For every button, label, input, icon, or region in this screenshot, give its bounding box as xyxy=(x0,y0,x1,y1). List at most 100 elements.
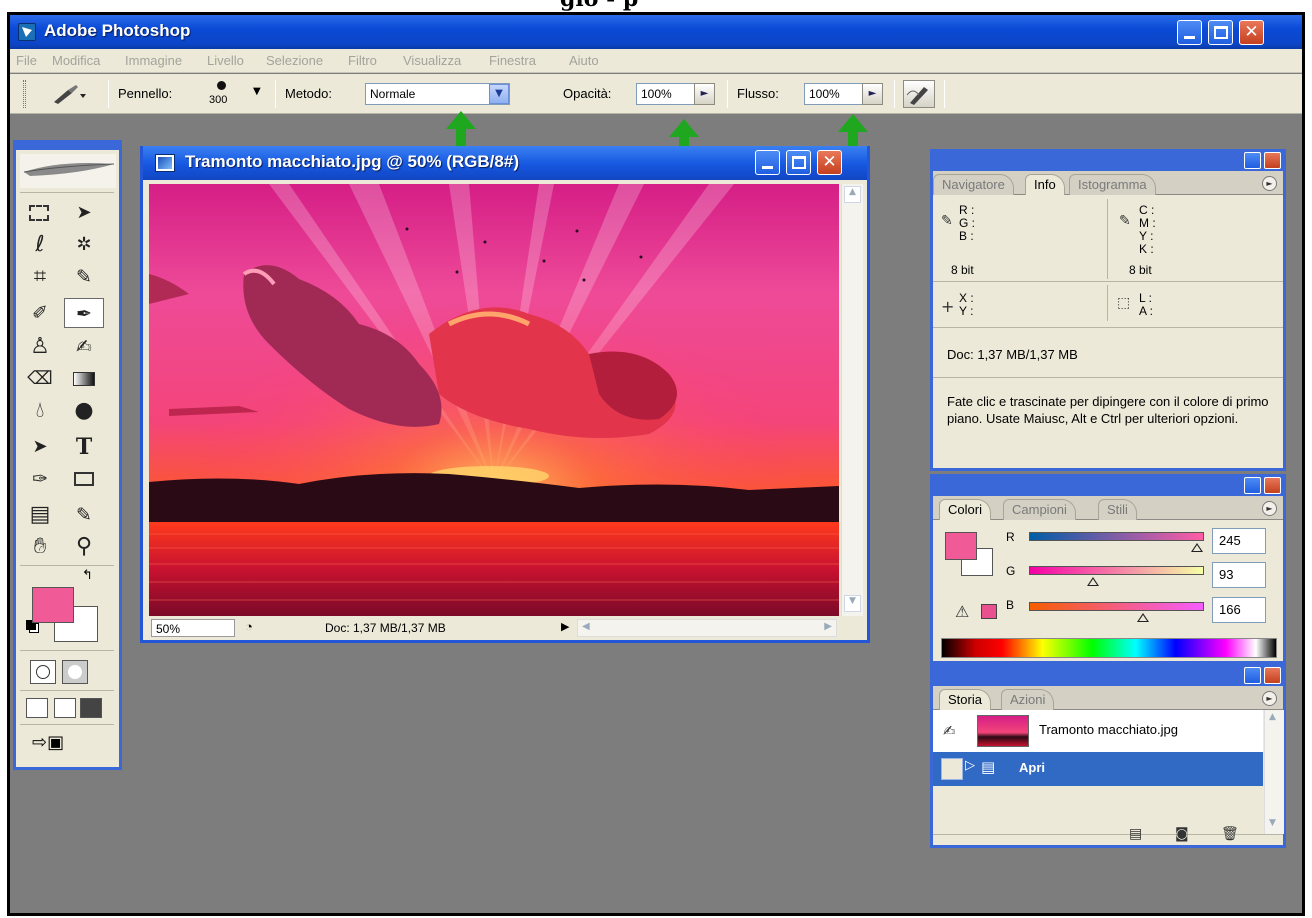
history-brush-source-checkbox[interactable] xyxy=(941,758,963,780)
gradient-tool-icon[interactable] xyxy=(64,364,104,394)
history-step-row[interactable]: ▷ ▤ Apri xyxy=(933,752,1263,786)
doc-maximize-button[interactable] xyxy=(786,150,811,175)
gamut-color-chip[interactable] xyxy=(981,604,997,619)
menu-selezione[interactable]: Selezione xyxy=(266,53,323,68)
brush-tool-preset-icon[interactable] xyxy=(50,84,86,104)
dodge-tool-icon[interactable]: ● xyxy=(64,396,104,426)
tab-storia[interactable]: Storia xyxy=(939,689,991,710)
brush-dropdown-icon[interactable]: ▼ xyxy=(253,86,261,97)
green-channel-slider[interactable] xyxy=(1029,566,1204,575)
tab-azioni[interactable]: Azioni xyxy=(1001,689,1055,710)
new-document-from-state-icon[interactable]: ▤ xyxy=(1129,826,1142,842)
color-foreground-swatch[interactable] xyxy=(945,532,977,560)
scroll-down-icon[interactable]: ▼ xyxy=(844,595,861,612)
foreground-color-swatch[interactable] xyxy=(32,587,74,623)
type-tool-icon[interactable]: T xyxy=(64,432,104,462)
quick-mask-button[interactable] xyxy=(62,660,88,684)
scroll-left-icon[interactable]: ◀ xyxy=(582,621,590,632)
brush-preview-icon[interactable] xyxy=(217,81,226,90)
blue-channel-slider[interactable] xyxy=(1029,602,1204,611)
red-channel-slider[interactable] xyxy=(1029,532,1204,541)
mode-dropdown-icon[interactable]: ▼ xyxy=(489,84,509,104)
palette-minimize-button[interactable] xyxy=(1244,667,1261,684)
title-bar[interactable]: Adobe Photoshop ✕ xyxy=(10,15,1302,49)
eraser-tool-icon[interactable]: ⌫ xyxy=(20,364,60,394)
shape-tool-icon[interactable] xyxy=(64,464,104,494)
menu-aiuto[interactable]: Aiuto xyxy=(569,53,599,68)
menu-filtro[interactable]: Filtro xyxy=(348,53,377,68)
tab-stili[interactable]: Stili xyxy=(1098,499,1137,520)
magic-wand-tool-icon[interactable]: ✲ xyxy=(64,230,104,260)
new-snapshot-icon[interactable]: ◙ xyxy=(1175,826,1189,842)
palette-close-button[interactable] xyxy=(1264,152,1281,169)
pen-tool-icon[interactable]: ✑ xyxy=(20,464,60,494)
menu-visualizza[interactable]: Visualizza xyxy=(403,53,461,68)
scroll-down-icon[interactable]: ▼ xyxy=(1269,818,1276,828)
crop-tool-icon[interactable]: ⌗ xyxy=(20,262,60,292)
flow-field[interactable]: 100% xyxy=(804,83,864,105)
standard-mode-button[interactable] xyxy=(30,660,56,684)
palette-close-button[interactable] xyxy=(1264,477,1281,494)
maximize-button[interactable] xyxy=(1208,20,1233,45)
screen-mode-full-icon[interactable] xyxy=(80,698,102,718)
path-selection-tool-icon[interactable]: ➤ xyxy=(20,432,60,462)
history-snapshot-row[interactable]: ✍ Tramonto macchiato.jpg xyxy=(933,710,1263,752)
eyedropper-tool-icon[interactable]: ✎ xyxy=(64,500,104,530)
document-title-bar[interactable]: Tramonto macchiato.jpg @ 50% (RGB/8#) ✕ xyxy=(143,146,867,180)
palette-menu-icon[interactable]: ► xyxy=(1262,691,1277,706)
lasso-tool-icon[interactable]: ℓ xyxy=(20,230,60,260)
tab-colori[interactable]: Colori xyxy=(939,499,991,520)
tab-info[interactable]: Info xyxy=(1025,174,1065,195)
jump-to-imageready-icon[interactable]: ⇨▣ xyxy=(32,732,64,753)
notes-tool-icon[interactable]: ▤ xyxy=(20,500,60,530)
zoom-icon[interactable]: ◔ xyxy=(245,619,253,634)
blur-tool-icon[interactable]: 💧︎ xyxy=(20,396,60,426)
menu-file[interactable]: File xyxy=(16,53,37,68)
healing-brush-tool-icon[interactable]: ✐ xyxy=(20,298,60,328)
blue-value-field[interactable]: 166 xyxy=(1212,597,1266,623)
marquee-tool-icon[interactable] xyxy=(20,198,60,228)
flow-slider-arrow-icon[interactable]: ► xyxy=(862,83,883,105)
palette-menu-icon[interactable]: ► xyxy=(1262,501,1277,516)
opacity-field[interactable]: 100% xyxy=(636,83,696,105)
red-value-field[interactable]: 245 xyxy=(1212,528,1266,554)
swap-colors-icon[interactable]: ↰ xyxy=(82,568,93,583)
history-scrollbar[interactable]: ▲ ▼ xyxy=(1264,710,1284,834)
history-brush-tool-icon[interactable]: ✍ xyxy=(64,332,104,362)
screen-mode-full-menu-icon[interactable] xyxy=(54,698,76,718)
green-slider-handle-icon[interactable] xyxy=(1086,577,1099,586)
green-value-field[interactable]: 93 xyxy=(1212,562,1266,588)
screen-mode-standard-icon[interactable] xyxy=(26,698,48,718)
document-vertical-scrollbar[interactable]: ▲ ▼ xyxy=(841,184,863,616)
zoom-field[interactable]: 50% xyxy=(151,619,235,637)
blue-slider-handle-icon[interactable] xyxy=(1136,613,1149,622)
menu-modifica[interactable]: Modifica xyxy=(52,53,100,68)
minimize-button[interactable] xyxy=(1177,20,1202,45)
status-menu-arrow-icon[interactable]: ▶ xyxy=(561,620,569,633)
move-tool-icon[interactable]: ➤ xyxy=(64,198,104,228)
clone-stamp-tool-icon[interactable]: ♙ xyxy=(20,332,60,362)
sunset-photo[interactable] xyxy=(149,184,839,616)
doc-close-button[interactable]: ✕ xyxy=(817,150,842,175)
document-horizontal-scrollbar[interactable]: ◀ ▶ xyxy=(577,619,837,637)
out-of-gamut-warning-icon[interactable]: ⚠ xyxy=(955,602,969,621)
palette-menu-icon[interactable]: ► xyxy=(1262,176,1277,191)
scroll-up-icon[interactable]: ▲ xyxy=(844,186,861,203)
menu-finestra[interactable]: Finestra xyxy=(489,53,536,68)
trash-icon[interactable]: 🗑︎ xyxy=(1221,826,1239,842)
doc-minimize-button[interactable] xyxy=(755,150,780,175)
history-brush-source-icon[interactable]: ✍ xyxy=(943,722,956,740)
tab-campioni[interactable]: Campioni xyxy=(1003,499,1076,520)
scroll-right-icon[interactable]: ▶ xyxy=(824,621,832,632)
options-grip[interactable] xyxy=(23,80,26,108)
red-slider-handle-icon[interactable] xyxy=(1191,543,1204,552)
brush-tool-icon[interactable]: ✒ xyxy=(64,298,104,328)
palette-close-button[interactable] xyxy=(1264,667,1281,684)
palette-minimize-button[interactable] xyxy=(1244,477,1261,494)
close-button[interactable]: ✕ xyxy=(1239,20,1264,45)
tab-istogramma[interactable]: Istogramma xyxy=(1069,174,1156,195)
menu-immagine[interactable]: Immagine xyxy=(125,53,182,68)
scroll-up-icon[interactable]: ▲ xyxy=(1269,712,1276,722)
hand-tool-icon[interactable]: ✋︎ xyxy=(20,532,60,562)
color-spectrum-bar[interactable] xyxy=(941,638,1277,658)
